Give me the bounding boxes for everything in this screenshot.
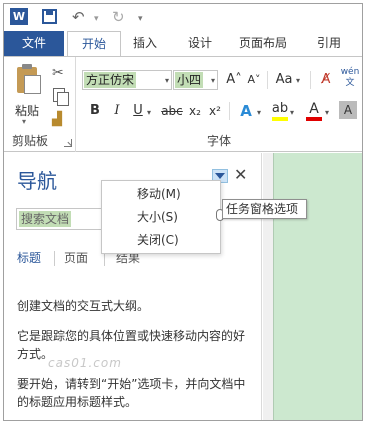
ribbon: 粘贴 ▾ ✂ ▟ 剪贴板 方正仿宋 ▾ 小四 ▾ A˄ A˅ Aa ▾ A̸ w… [4, 56, 362, 152]
font-color-icon[interactable]: A [305, 99, 323, 119]
underline-dropdown-icon[interactable]: ▾ [147, 108, 151, 117]
phonetic-bottom-text: 文 [345, 78, 355, 88]
redo-icon[interactable]: ↻ [112, 8, 125, 26]
ribbon-tabs: 文件 开始 插入 设计 页面布局 引用 [4, 31, 362, 57]
font-color-dropdown-icon[interactable]: ▾ [325, 108, 329, 117]
phonetic-guide-icon[interactable]: wén 文 [339, 67, 361, 88]
close-icon[interactable]: ✕ [234, 165, 247, 184]
tab-design[interactable]: 设计 [183, 31, 217, 56]
tab-file[interactable]: 文件 [4, 31, 64, 56]
tab-pages[interactable]: 页面 [64, 249, 88, 267]
clipboard-icon [17, 64, 41, 94]
menu-item-move[interactable]: 移动(M) [102, 183, 220, 205]
paste-dropdown-icon[interactable]: ▾ [22, 117, 26, 126]
divider [267, 71, 268, 89]
document-page[interactable] [273, 153, 362, 420]
clear-formatting-icon[interactable]: A̸ [317, 70, 335, 90]
customize-qat-icon[interactable]: ▾ [138, 10, 143, 27]
document-area [263, 153, 362, 420]
tab-page-layout[interactable]: 页面布局 [233, 31, 293, 56]
title-bar: W ↶ ▾ ↻ ▾ [4, 4, 362, 30]
font-size-combobox[interactable]: 小四 ▾ [173, 70, 218, 90]
divider [54, 251, 55, 266]
highlight-dropdown-icon[interactable]: ▾ [290, 108, 294, 117]
pane-paragraph-1: 创建文档的交互式大纲。 [17, 299, 150, 313]
strikethrough-icon[interactable]: abc [161, 101, 183, 121]
italic-icon[interactable]: I [109, 101, 125, 121]
text-effects-dropdown-icon[interactable]: ▾ [257, 108, 261, 117]
tab-references[interactable]: 引用 [312, 31, 346, 56]
font-name-value: 方正仿宋 [84, 72, 137, 88]
subscript-icon[interactable]: x₂ [186, 101, 204, 121]
word-app-icon[interactable]: W [10, 8, 28, 25]
clipboard-group: 粘贴 ▾ ✂ ▟ 剪贴板 [4, 57, 76, 152]
pane-paragraph-3: 要开始，请转到“开始”选项卡，并向文档中的标题应用标题样式。 [17, 377, 246, 409]
change-case-icon[interactable]: Aa [273, 70, 295, 90]
pane-title: 导航 [17, 169, 57, 193]
font-group-label: 字体 [207, 134, 232, 148]
tab-home[interactable]: 开始 [67, 31, 121, 57]
superscript-icon[interactable]: x² [206, 101, 224, 121]
character-shading-icon[interactable]: A [339, 101, 357, 119]
phonetic-top-text: wén [340, 67, 360, 77]
tooltip: 任务窗格选项 [222, 199, 307, 219]
font-group: 方正仿宋 ▾ 小四 ▾ A˄ A˅ Aa ▾ A̸ wén 文 B I U ▾ … [77, 57, 362, 152]
undo-dropdown-icon[interactable]: ▾ [94, 10, 99, 27]
menu-item-size[interactable]: 大小(S) [102, 206, 220, 228]
watermark: cas01.com [48, 356, 122, 370]
tab-insert[interactable]: 插入 [128, 31, 162, 56]
grow-font-icon[interactable]: A˄ [225, 70, 243, 90]
cut-icon[interactable]: ✂ [52, 65, 64, 81]
search-placeholder: 搜索文档 [19, 211, 72, 227]
clipboard-group-label: 剪贴板 [12, 134, 49, 148]
word-window: W ↶ ▾ ↻ ▾ 文件 开始 插入 设计 页面布局 引用 粘贴 ▾ ✂ ▟ 剪… [3, 3, 363, 421]
divider [229, 102, 230, 120]
font-color-bar [306, 117, 322, 121]
change-case-dropdown-icon[interactable]: ▾ [296, 76, 300, 85]
divider [310, 71, 311, 89]
copy-icon[interactable] [53, 88, 69, 106]
highlight-color-bar [272, 117, 288, 121]
chevron-down-icon[interactable]: ▾ [165, 76, 169, 85]
save-icon[interactable] [42, 9, 57, 24]
undo-icon[interactable]: ↶ [72, 8, 85, 26]
paste-label: 粘贴 [14, 104, 39, 118]
highlight-icon[interactable]: ab [271, 99, 289, 119]
tab-headings[interactable]: 标题 [17, 249, 41, 267]
underline-icon[interactable]: U [130, 101, 146, 121]
format-painter-icon[interactable]: ▟ [52, 112, 62, 127]
text-effects-icon[interactable]: A [237, 101, 255, 121]
clipboard-launcher-icon[interactable] [64, 139, 72, 147]
bold-icon[interactable]: B [87, 101, 103, 121]
font-size-value: 小四 [175, 72, 204, 88]
shrink-font-icon[interactable]: A˅ [245, 70, 263, 90]
menu-item-close[interactable]: 关闭(C) [102, 229, 220, 251]
chevron-down-icon[interactable]: ▾ [211, 76, 215, 85]
paste-button[interactable]: 粘贴 ▾ [10, 64, 44, 126]
font-name-combobox[interactable]: 方正仿宋 ▾ [82, 70, 172, 90]
task-pane-options-menu: 移动(M) 大小(S) 关闭(C) [101, 180, 221, 254]
